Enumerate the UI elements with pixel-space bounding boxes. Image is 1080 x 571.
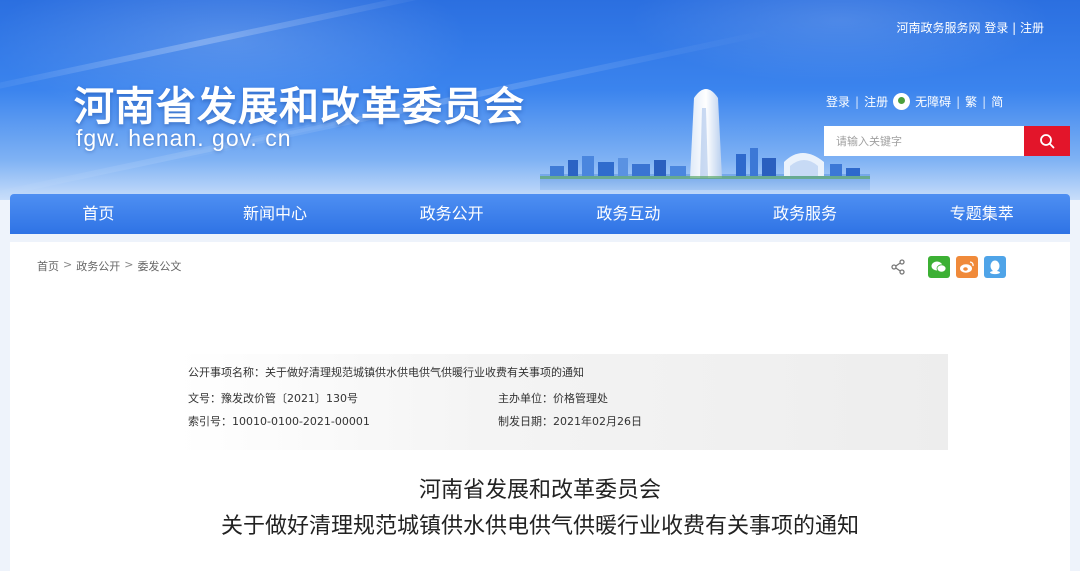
site-domain: fgw. henan. gov. cn [76,125,292,151]
main-nav: 首页 新闻中心 政务公开 政务互动 政务服务 专题集萃 [10,194,1070,234]
accessibility-icon[interactable] [893,93,911,110]
meta-date-label: 制发日期： [498,415,553,428]
meta-date-value: 2021年02月26日 [553,415,642,428]
breadcrumb-home[interactable]: 首页 [37,258,59,274]
document-title-issuer: 河南省发展和改革委员会 [418,478,661,503]
meta-dept: 主办单位：价格管理处 [498,390,608,406]
weibo-share-button[interactable] [956,256,978,278]
register-link[interactable]: 注册 [864,93,888,110]
gov-service-login-link[interactable]: 河南政务服务网 登录 | 注册 [897,19,1045,36]
nav-item-gov-affairs-public[interactable]: 政务公开 [363,194,540,234]
nav-item-home[interactable]: 首页 [10,194,187,234]
share-icon[interactable] [890,259,906,275]
simplified-chinese-link[interactable]: 简 [991,93,1003,110]
meta-doc-no-label: 文号： [188,392,221,405]
accessibility-link[interactable]: 无障碍 [915,93,951,110]
document-meta-box: 公开事项名称：关于做好清理规范城镇供水供电供气供暖行业收费有关事项的通知 文号：… [178,354,948,450]
wechat-share-button[interactable] [928,256,950,278]
breadcrumb-separator: > [124,258,134,271]
skyline-illustration [540,89,870,190]
share-row [890,256,1006,278]
meta-dept-label: 主办单位： [498,392,553,405]
login-link[interactable]: 登录 [826,93,850,110]
content-panel: 首页 > 政务公开 > 委发公文 公开事项名称：关于做好清理规范城镇供水供电供气… [10,242,1070,571]
meta-item-name-value: 关于做好清理规范城镇供水供电供气供暖行业收费有关事项的通知 [265,366,584,379]
document-title-subject: 关于做好清理规范城镇供水供电供气供暖行业收费有关事项的通知 [220,514,859,539]
meta-index: 索引号：10010-0100-2021-00001 [188,413,370,429]
breadcrumb-committee-docs[interactable]: 委发公文 [137,258,181,274]
nav-item-gov-interaction[interactable]: 政务互动 [540,194,717,234]
weibo-icon [960,261,974,273]
nav-item-topics[interactable]: 专题集萃 [893,194,1070,234]
breadcrumb: 首页 > 政务公开 > 委发公文 [37,258,181,274]
header-banner: 河南省发展和改革委员会 fgw. henan. gov. cn 河南政务服务网 … [0,0,1080,200]
meta-doc-no-value: 豫发改价管〔2021〕130号 [221,392,358,405]
search-button[interactable] [1024,126,1070,156]
wechat-icon [931,261,947,273]
divider: | [956,94,961,109]
breadcrumb-separator: > [63,258,73,271]
qq-icon [990,260,1000,275]
meta-index-label: 索引号： [188,415,232,428]
nav-item-news[interactable]: 新闻中心 [187,194,364,234]
divider: | [982,94,987,109]
qq-share-button[interactable] [984,256,1006,278]
meta-doc-no: 文号：豫发改价管〔2021〕130号 [188,390,358,406]
nav-item-gov-services[interactable]: 政务服务 [717,194,894,234]
site-title[interactable]: 河南省发展和改革委员会 [74,74,525,132]
meta-index-value: 10010-0100-2021-00001 [232,415,370,428]
search-icon [1040,134,1055,149]
breadcrumb-gov-affairs-public[interactable]: 政务公开 [76,258,120,274]
meta-item-name-label: 公开事项名称： [188,366,265,379]
search-box [824,126,1070,156]
divider: | [855,94,860,109]
search-input[interactable] [824,126,1024,156]
meta-date: 制发日期：2021年02月26日 [498,413,642,429]
meta-dept-value: 价格管理处 [553,392,608,405]
traditional-chinese-link[interactable]: 繁 [965,93,977,110]
utility-links: 登录 | 注册 无障碍 | 繁 | 简 [826,93,1003,110]
meta-item-name: 公开事项名称：关于做好清理规范城镇供水供电供气供暖行业收费有关事项的通知 [188,364,584,380]
